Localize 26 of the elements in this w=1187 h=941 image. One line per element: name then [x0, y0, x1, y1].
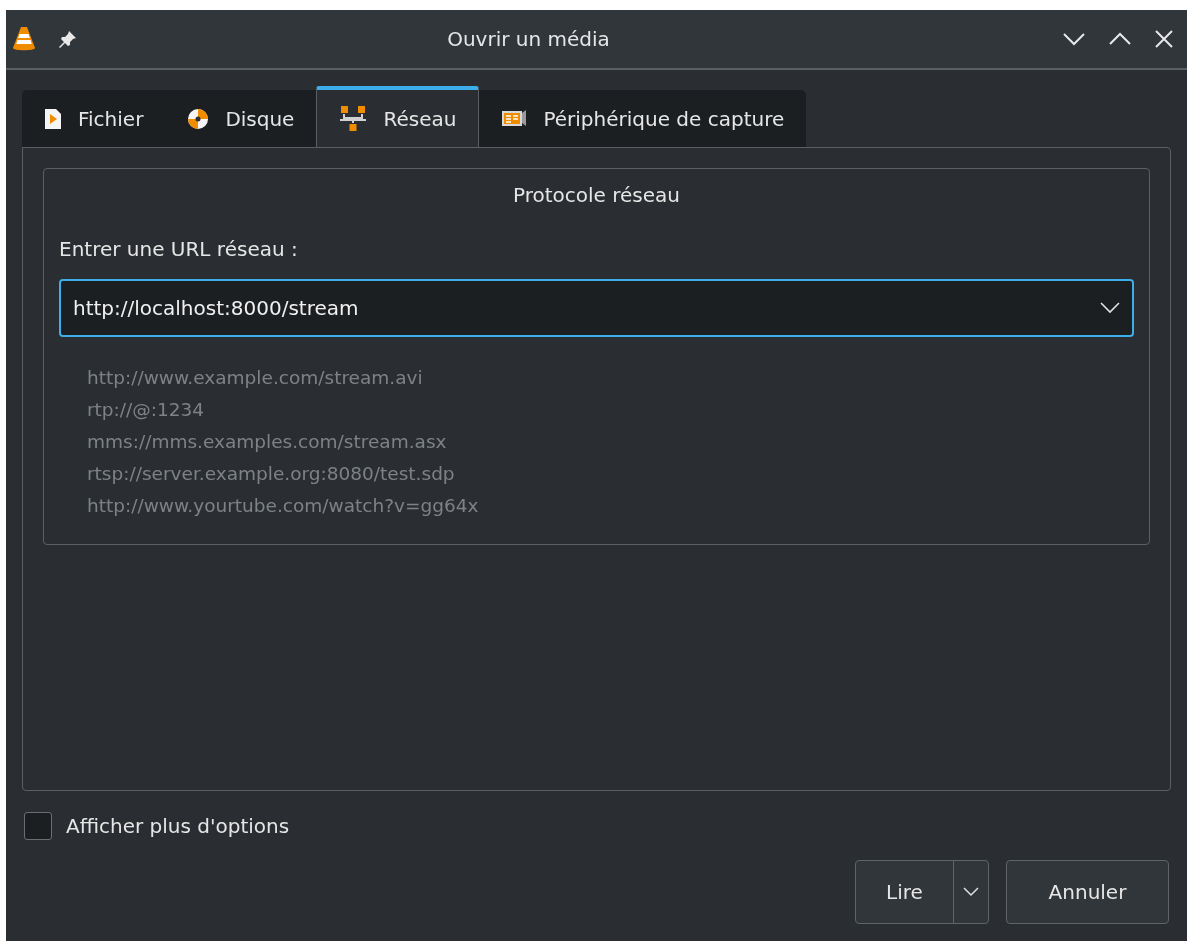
- caret-icon: [963, 887, 979, 897]
- close-icon[interactable]: [1155, 30, 1173, 48]
- example-url: http://www.yourtube.com/watch?v=gg64x: [87, 494, 480, 518]
- tab[interactable]: Fichier: [22, 90, 166, 148]
- example-url: rtsp://server.example.org:8080/test.sdp: [87, 462, 456, 486]
- tab[interactable]: Périphérique de capture: [479, 90, 807, 148]
- traffic-cone-icon: [12, 26, 36, 52]
- tab[interactable]: Réseau: [316, 86, 480, 148]
- network-icon: [339, 105, 368, 133]
- maximize-icon[interactable]: [1109, 32, 1131, 46]
- cancel-button[interactable]: Annuler: [1006, 860, 1169, 924]
- example-url: mms://mms.examples.com/stream.asx: [87, 430, 448, 454]
- tab[interactable]: Disque: [165, 90, 317, 148]
- group-title: Protocole réseau: [512, 183, 681, 207]
- pin-icon[interactable]: [58, 29, 78, 49]
- play-button[interactable]: Lire: [855, 860, 954, 924]
- window-title: Ouvrir un média: [446, 27, 611, 51]
- disc-icon: [187, 107, 210, 130]
- file-icon: [44, 107, 62, 130]
- url-label: Entrer une URL réseau :: [59, 237, 299, 261]
- example-url: http://www.example.com/stream.avi: [87, 366, 424, 390]
- minimize-icon[interactable]: [1063, 32, 1085, 46]
- checkbox-label: Afficher plus d'options: [66, 814, 290, 838]
- example-url: rtp://@:1234: [87, 398, 206, 422]
- checkbox[interactable]: [24, 812, 52, 840]
- url-combo-box[interactable]: http://localhost:8000/stream: [59, 279, 1134, 337]
